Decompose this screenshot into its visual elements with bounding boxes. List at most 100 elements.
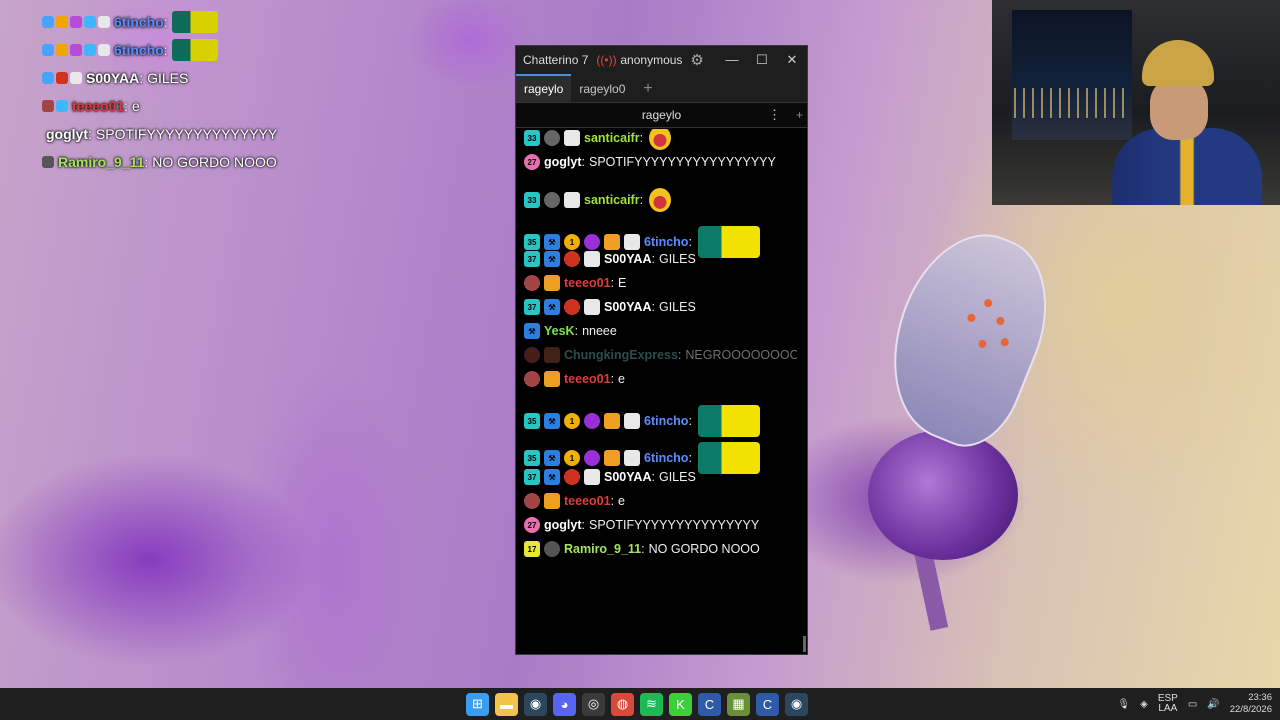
chat-messages[interactable]: 37⚒S00YAA:GILES33santicaifr:33santicaifr… bbox=[516, 129, 797, 654]
network-icon[interactable]: ◈ bbox=[1140, 699, 1148, 710]
split-header[interactable]: rageylo ⋮ + bbox=[516, 102, 807, 128]
chat-message[interactable]: 37 ⚒ S00YAA: GILES bbox=[524, 299, 696, 315]
chat-badge-icon[interactable] bbox=[624, 413, 640, 429]
chat-badge-icon[interactable] bbox=[564, 299, 580, 315]
emote-image[interactable] bbox=[697, 442, 760, 474]
chat-message[interactable]: teeeo01: e bbox=[524, 493, 625, 509]
spotify-icon[interactable]: ≋ bbox=[640, 692, 663, 716]
laughing-emote-icon[interactable] bbox=[649, 188, 672, 212]
maximize-button[interactable]: ☐ bbox=[747, 52, 777, 68]
clock[interactable]: 23:36 22/8/2026 bbox=[1230, 692, 1272, 716]
chat-badge-icon[interactable] bbox=[524, 347, 540, 363]
add-split-button[interactable]: + bbox=[796, 108, 803, 122]
chat-badge-icon[interactable]: 35 bbox=[524, 234, 540, 250]
chat-badge-icon[interactable]: ⚒ bbox=[544, 469, 560, 485]
chat-badge-icon[interactable]: 35 bbox=[524, 413, 540, 429]
account-name[interactable]: anonymous bbox=[620, 53, 682, 67]
chat-message[interactable]: 37 ⚒ S00YAA: GILES bbox=[524, 251, 696, 267]
chat-message[interactable]: 27 goglyt: SPOTIFYYYYYYYYYYYYYYY bbox=[524, 517, 759, 533]
chat-username[interactable]: Ramiro_9_11 bbox=[564, 542, 641, 556]
chat-badge-icon[interactable] bbox=[544, 347, 560, 363]
chat-badge-icon[interactable]: 33 bbox=[524, 192, 540, 208]
chat-username[interactable]: goglyt bbox=[544, 518, 582, 532]
display-icon[interactable]: ▭ bbox=[1188, 699, 1197, 710]
chat-badge-icon[interactable] bbox=[564, 192, 580, 208]
chat-badge-icon[interactable] bbox=[564, 251, 580, 267]
volume-icon[interactable]: 🔊 bbox=[1207, 699, 1219, 710]
chat-username[interactable]: S00YAA bbox=[604, 252, 652, 266]
chat-badge-icon[interactable] bbox=[604, 234, 620, 250]
chat-badge-icon[interactable] bbox=[544, 493, 560, 509]
chat-badge-icon[interactable] bbox=[564, 469, 580, 485]
chat-message[interactable]: 27 goglyt: SPOTIFYYYYYYYYYYYYYYYYY bbox=[524, 154, 776, 170]
chat-message[interactable]: 37 ⚒ S00YAA: GILES bbox=[524, 469, 696, 485]
chat-badge-icon[interactable] bbox=[584, 469, 600, 485]
chat-username[interactable]: 6tincho bbox=[644, 414, 688, 428]
chatterino-icon[interactable]: C bbox=[698, 692, 721, 716]
chat-badge-icon[interactable] bbox=[584, 299, 600, 315]
chat-username[interactable]: S00YAA bbox=[604, 470, 652, 484]
chat-message[interactable]: teeeo01: e bbox=[524, 371, 625, 387]
laughing-emote-icon[interactable] bbox=[649, 129, 672, 150]
window-titlebar[interactable]: Chatterino 7 ((•)) anonymous ⚙ — ☐ ✕ bbox=[516, 46, 807, 74]
obs-icon[interactable]: ◎ bbox=[582, 692, 605, 716]
chat-badge-icon[interactable] bbox=[544, 371, 560, 387]
chat-badge-icon[interactable]: ⚒ bbox=[524, 323, 540, 339]
split-menu-button[interactable]: ⋮ bbox=[768, 107, 781, 123]
chat-badge-icon[interactable]: ⚒ bbox=[544, 234, 560, 250]
chat-badge-icon[interactable]: 1 bbox=[564, 450, 580, 466]
chat-badge-icon[interactable] bbox=[584, 450, 600, 466]
chat-username[interactable]: teeeo01 bbox=[564, 372, 611, 386]
emote-image[interactable] bbox=[697, 405, 760, 437]
broadcast-icon[interactable]: ((•)) bbox=[596, 53, 616, 67]
chat-badge-icon[interactable]: ⚒ bbox=[544, 450, 560, 466]
tab-rageylo[interactable]: rageylo bbox=[516, 74, 572, 102]
chat-username[interactable]: teeeo01 bbox=[564, 276, 611, 290]
chat-badge-icon[interactable] bbox=[584, 251, 600, 267]
close-button[interactable]: ✕ bbox=[777, 52, 807, 68]
chat-username[interactable]: goglyt bbox=[544, 155, 582, 169]
chat-badge-icon[interactable] bbox=[544, 541, 560, 557]
chat-badge-icon[interactable]: 33 bbox=[524, 130, 540, 146]
chat-message[interactable]: 33 santicaifr: bbox=[524, 129, 672, 150]
chat-badge-icon[interactable]: 35 bbox=[524, 450, 540, 466]
chat-message[interactable]: 33 santicaifr: bbox=[524, 188, 672, 212]
steam-icon[interactable]: ◉ bbox=[524, 692, 547, 716]
chat-message[interactable]: 35 ⚒ 1 6tincho: bbox=[524, 405, 760, 437]
chat-username[interactable]: 6tincho bbox=[644, 235, 688, 249]
chat-message[interactable]: ChungkingExpress: NEGROOOOOOOO bbox=[524, 347, 797, 363]
chat-badge-icon[interactable]: 1 bbox=[564, 234, 580, 250]
tab-rageylo0[interactable]: rageylo0 bbox=[571, 74, 633, 102]
chat-badge-icon[interactable] bbox=[544, 130, 560, 146]
steam-icon-2[interactable]: ◉ bbox=[785, 692, 808, 716]
chat-username[interactable]: S00YAA bbox=[604, 300, 652, 314]
chat-badge-icon[interactable] bbox=[544, 275, 560, 291]
emote-image[interactable] bbox=[697, 226, 760, 258]
chat-badge-icon[interactable] bbox=[524, 371, 540, 387]
chat-message[interactable]: ⚒ YesK: nneee bbox=[524, 323, 617, 339]
file-explorer-icon[interactable]: ▬ bbox=[495, 692, 518, 716]
chat-badge-icon[interactable] bbox=[604, 413, 620, 429]
chat-message[interactable]: teeeo01: E bbox=[524, 275, 626, 291]
gear-icon[interactable]: ⚙ bbox=[690, 51, 703, 69]
chat-badge-icon[interactable]: ⚒ bbox=[544, 251, 560, 267]
chat-badge-icon[interactable] bbox=[524, 275, 540, 291]
chat-username[interactable]: 6tincho bbox=[644, 451, 688, 465]
chat-username[interactable]: YesK bbox=[544, 324, 575, 338]
chat-badge-icon[interactable] bbox=[584, 234, 600, 250]
chat-message[interactable]: 17 Ramiro_9_11: NO GORDO NOOO bbox=[524, 541, 760, 557]
chat-username[interactable]: santicaifr bbox=[584, 193, 640, 207]
chat-badge-icon[interactable] bbox=[624, 234, 640, 250]
chat-badge-icon[interactable]: ⚒ bbox=[544, 413, 560, 429]
chrome-icon[interactable]: ◍ bbox=[611, 692, 634, 716]
chat-username[interactable]: santicaifr bbox=[584, 131, 640, 145]
chatterino-window[interactable]: Chatterino 7 ((•)) anonymous ⚙ — ☐ ✕ rag… bbox=[515, 45, 808, 655]
chat-username[interactable]: teeeo01 bbox=[564, 494, 611, 508]
chat-username[interactable]: ChungkingExpress bbox=[564, 348, 678, 362]
chat-scrollbar[interactable] bbox=[803, 636, 806, 652]
chat-badge-icon[interactable]: 27 bbox=[524, 154, 540, 170]
add-tab-button[interactable]: + bbox=[633, 80, 662, 102]
chat-badge-icon[interactable]: 1 bbox=[564, 413, 580, 429]
chat-badge-icon[interactable]: 27 bbox=[524, 517, 540, 533]
chat-badge-icon[interactable] bbox=[544, 192, 560, 208]
